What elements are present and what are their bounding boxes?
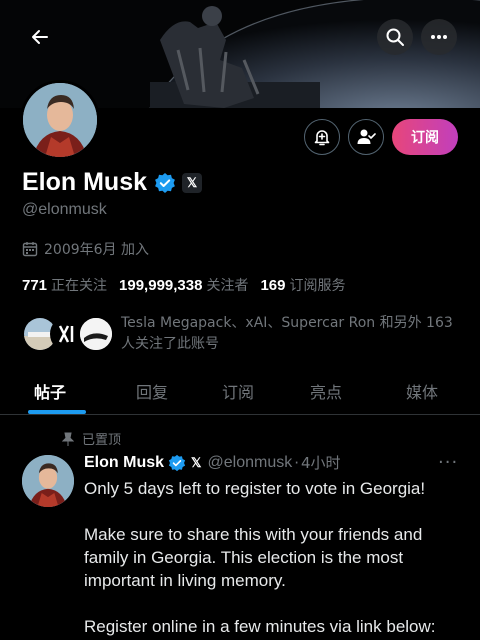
person-check-icon [357,129,376,144]
post-author-name[interactable]: Elon Musk [84,454,164,472]
tab-posts[interactable]: 帖子 [34,379,66,403]
more-horizontal-icon [431,35,447,39]
pin-icon [62,432,74,446]
search-button[interactable] [377,19,413,55]
search-icon [386,28,404,46]
tab-media[interactable]: 媒体 [406,379,438,403]
arrow-left-icon [32,30,48,44]
tab-highlights[interactable]: 亮点 [310,379,342,403]
following-button[interactable] [348,119,384,155]
followers-count[interactable]: 199,999,338 [119,277,202,294]
joined-text: 2009年6月 加入 [44,242,149,258]
follower-avatars [22,316,114,352]
subscriptions-count[interactable]: 169 [260,277,285,294]
profile-tabs: 帖子 回复 订阅 亮点 媒体 [0,370,480,415]
post-author-avatar[interactable] [22,455,74,507]
followed-by-text: Tesla Megapack、xAI、Supercar Ron 和另外 163 … [121,315,453,352]
joined-date: 2009年6月 加入 [22,239,149,259]
post-paragraph: Register online in a few minutes via lin… [84,617,436,636]
profile-stats: 771 正在关注 199,999,338 关注者 169 订阅服务 [22,275,357,295]
tab-replies[interactable]: 回复 [136,379,168,403]
followed-by[interactable]: Tesla Megapack、xAI、Supercar Ron 和另外 163 … [22,313,462,357]
name-row: Elon Musk 𝕏 [22,168,203,197]
pinned-label: 已置顶 [82,433,122,448]
post-paragraph: Only 5 days left to register to vote in … [84,479,426,498]
post-author-handle[interactable]: @elonmusk [208,454,293,472]
subscriptions-label[interactable]: 订阅服务 [289,275,345,295]
post-header: Elon Musk 𝕏 @elonmusk · 4小时 [84,452,341,473]
profile-handle: @elonmusk [22,201,107,218]
post-text: Only 5 days left to register to vote in … [84,477,464,640]
bell-plus-icon [314,130,330,146]
notifications-button[interactable] [304,119,340,155]
follower-avatar [78,316,114,352]
x-logo-icon: 𝕏 [191,454,202,470]
following-count[interactable]: 771 [22,277,47,294]
verified-badge-icon [168,454,186,471]
calendar-icon [22,242,38,257]
x-logo-icon[interactable]: 𝕏 [182,172,203,193]
post-more-icon[interactable]: ··· [438,452,458,473]
back-button[interactable] [22,19,58,55]
avatar-image [23,83,97,157]
avatar-image [22,455,74,507]
display-name: Elon Musk [22,168,148,196]
post-paragraph: Make sure to share this with your friend… [84,525,423,590]
more-options-button[interactable] [421,19,457,55]
subscribe-button[interactable]: 订阅 [392,119,458,155]
profile-avatar[interactable] [20,80,100,160]
separator-dot: · [294,453,299,472]
following-label[interactable]: 正在关注 [51,275,107,295]
tab-subscriptions[interactable]: 订阅 [222,379,254,403]
followers-label[interactable]: 关注者 [206,275,248,295]
verified-badge-icon[interactable] [154,172,176,194]
active-tab-indicator [28,410,86,414]
pinned-indicator: 已置顶 [62,429,121,448]
post-timestamp[interactable]: 4小时 [301,452,341,473]
